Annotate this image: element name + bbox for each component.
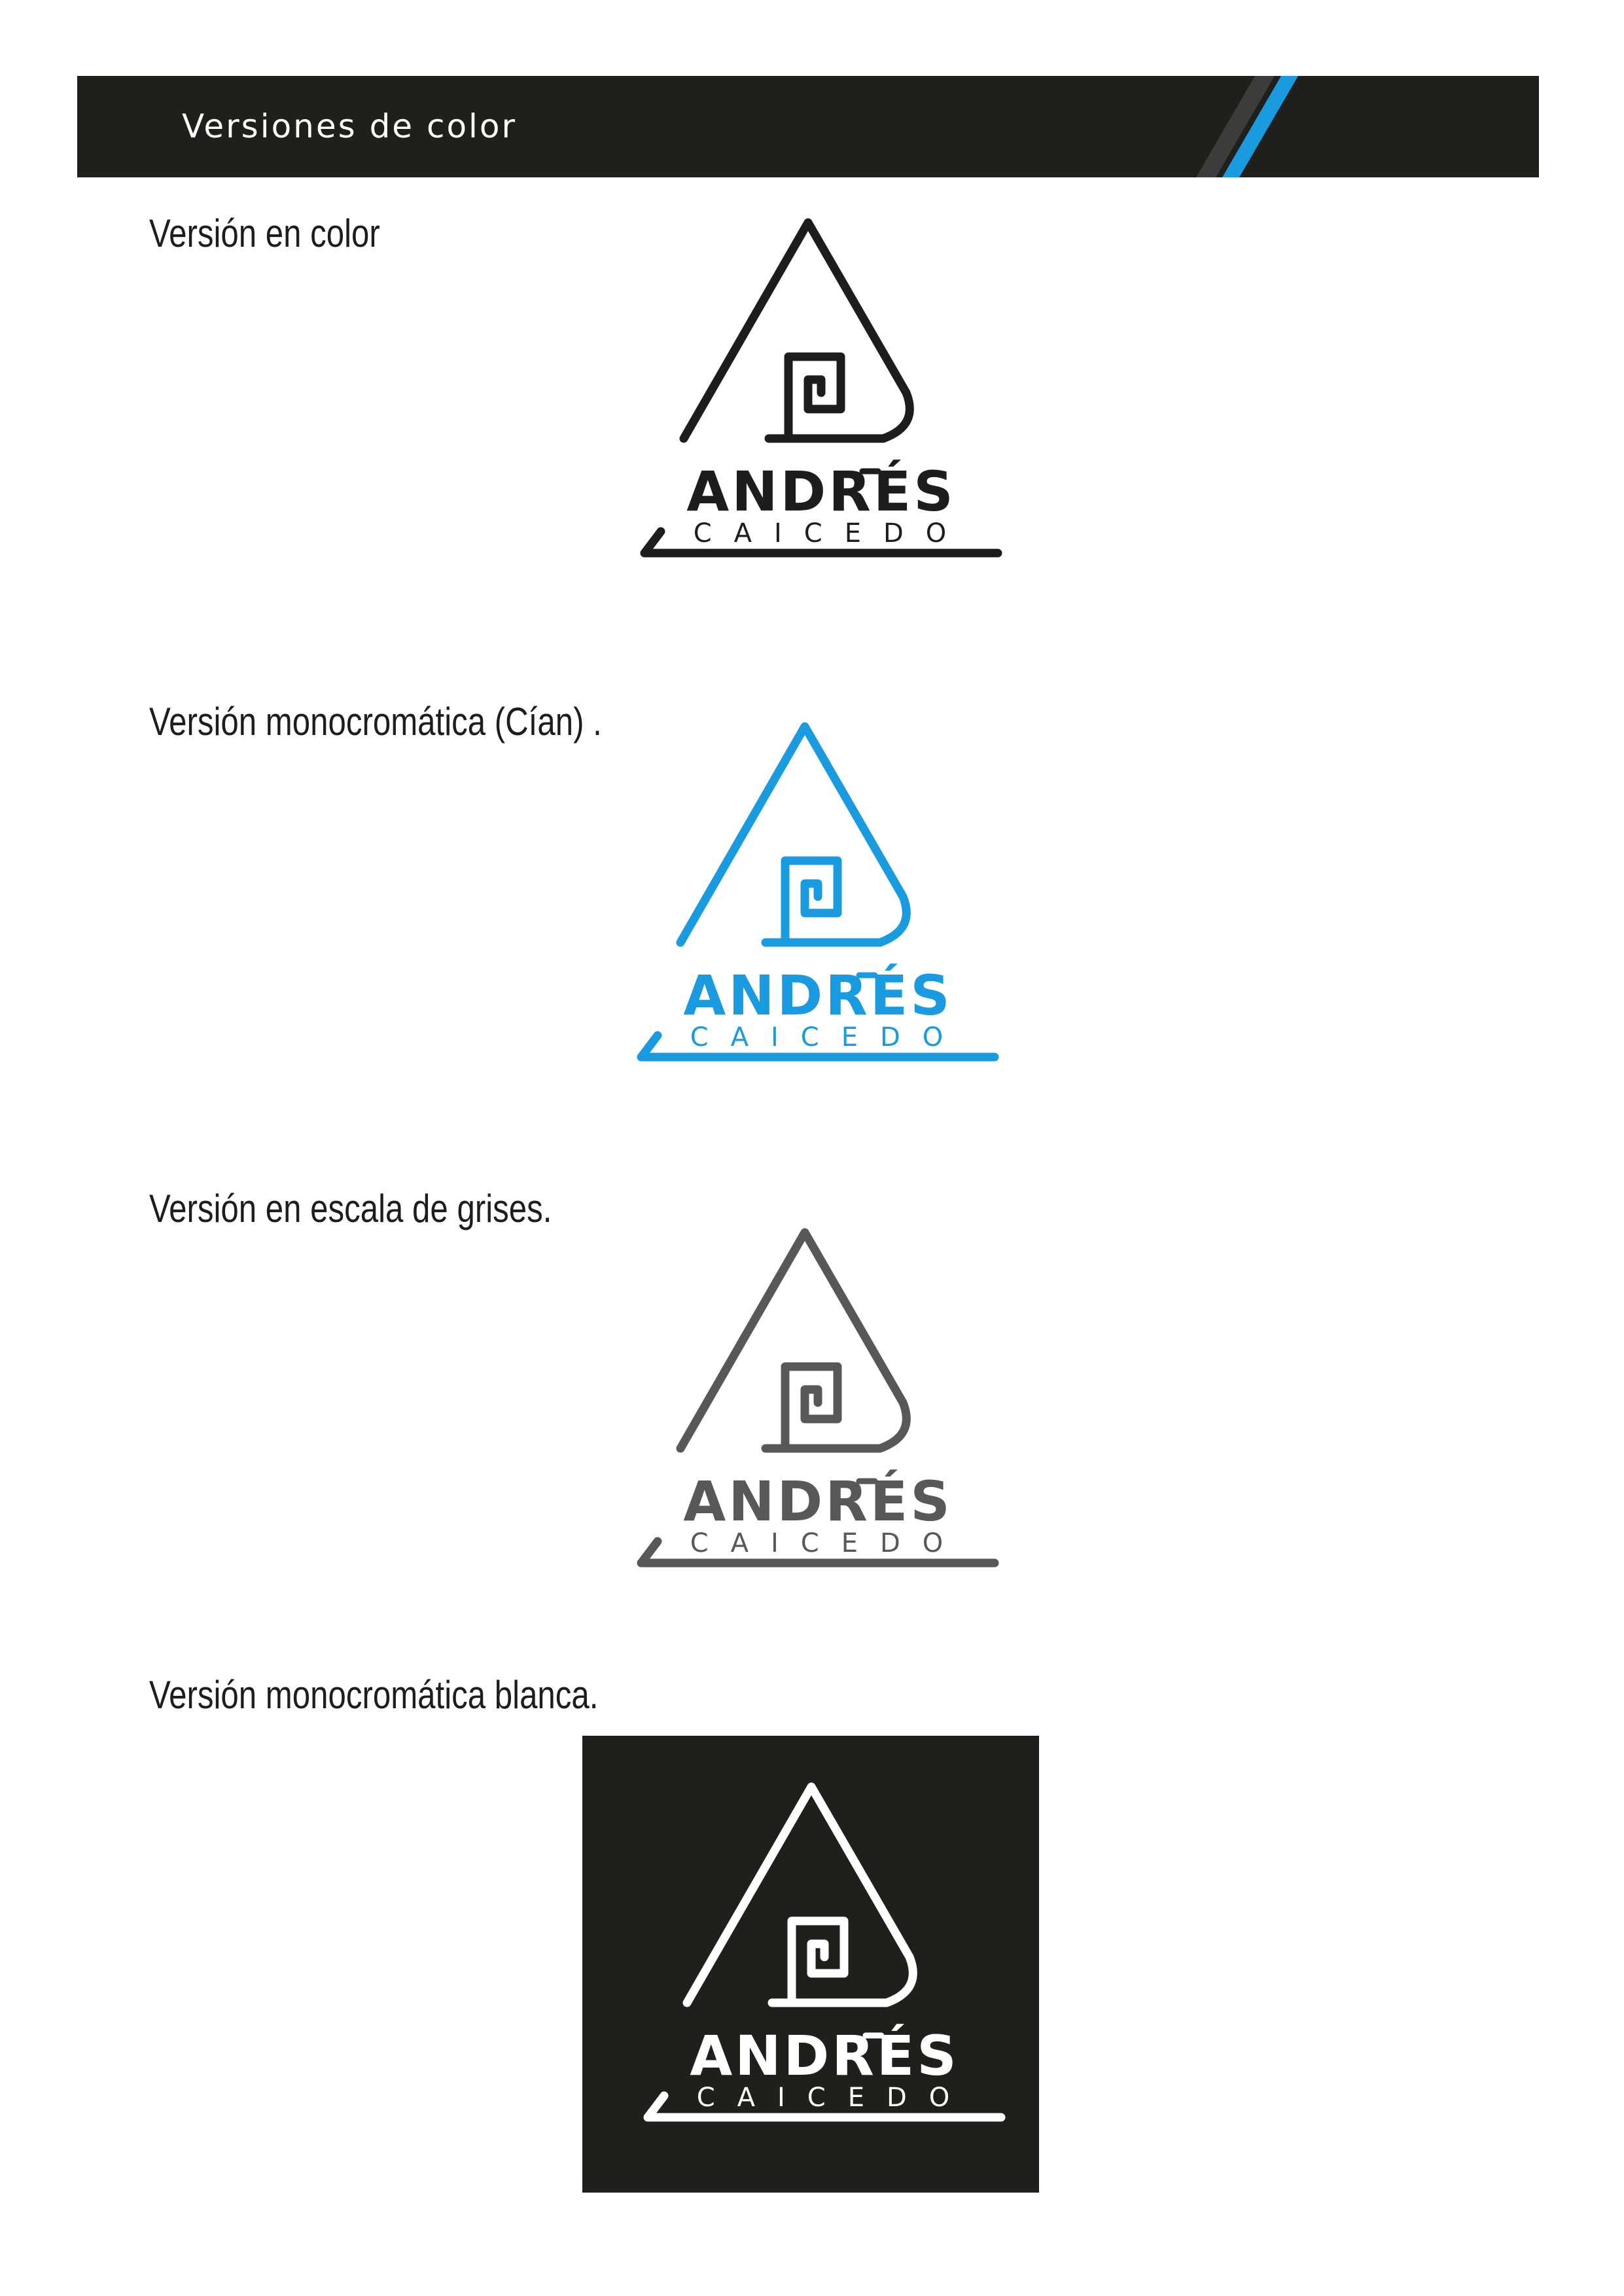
logo-white: ANDRÉS CAICEDO [605, 1777, 1011, 2144]
logo-name-text: ANDRÉS [683, 963, 953, 1028]
logo-color: ANDRÉS CAICEDO [602, 213, 1008, 579]
logo-name-text: ANDRÉS [686, 459, 956, 524]
header-bar: Versiones de color [77, 76, 1539, 177]
triangle-outline [676, 722, 911, 947]
spiral-mark [781, 1362, 842, 1453]
logo-grayscale: ANDRÉS CAICEDO [599, 1223, 1004, 1589]
spiral-mark [781, 856, 842, 947]
andres-caicedo-logo: ANDRÉSCAICEDO [637, 1228, 999, 1568]
header-title: Versiones de color [182, 107, 518, 145]
spiral-mark [787, 1916, 849, 2007]
logo-surname-text: CAICEDO [690, 1528, 966, 1558]
andres-caicedo-logo: ANDRÉSCAICEDO [643, 1782, 1006, 2122]
triangle-outline [679, 218, 914, 443]
logo-surname-text: CAICEDO [694, 518, 969, 548]
stripe-decoration [1196, 76, 1298, 177]
logo-name-text: ANDRÉS [683, 1469, 953, 1534]
spiral-mark [784, 352, 845, 443]
label-white-version: Versión monocromática blanca. [149, 1673, 599, 1717]
logo-surname-text: CAICEDO [697, 2083, 972, 2113]
logo-cyan: ANDRÉS CAICEDO [599, 717, 1004, 1083]
label-grayscale-version: Versión en escala de grises. [149, 1187, 552, 1230]
andres-caicedo-logo: ANDRÉSCAICEDO [640, 218, 1002, 558]
logo-surname-text: CAICEDO [690, 1022, 966, 1052]
label-color-version: Versión en color [149, 211, 380, 255]
label-cyan-version: Versión monocromática (Cían) . [149, 700, 602, 744]
triangle-outline [682, 1782, 917, 2007]
triangle-outline [676, 1228, 911, 1453]
logo-name-text: ANDRÉS [690, 2024, 959, 2088]
andres-caicedo-logo: ANDRÉSCAICEDO [637, 722, 999, 1062]
